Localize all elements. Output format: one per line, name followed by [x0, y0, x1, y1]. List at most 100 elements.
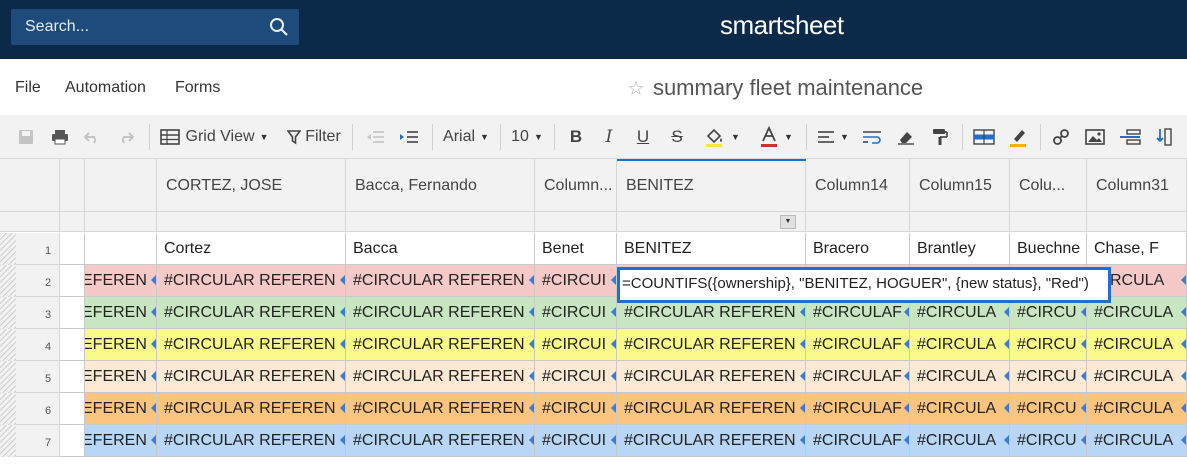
row-number[interactable]: 5: [0, 361, 60, 393]
grid-cell[interactable]: #CIRCULA: [910, 329, 1010, 361]
underline-icon[interactable]: U: [633, 115, 653, 159]
link-icon[interactable]: [1050, 115, 1072, 159]
search-input[interactable]: Search...: [11, 9, 299, 45]
strikethrough-icon[interactable]: S: [667, 115, 687, 159]
italic-icon[interactable]: I: [599, 115, 619, 159]
clear-format-icon[interactable]: [894, 115, 918, 159]
move-column-icon[interactable]: [1153, 115, 1175, 159]
grid-cell[interactable]: #CIRCULAR REFEREN: [346, 425, 535, 457]
grid-cell[interactable]: EFEREN: [85, 329, 157, 361]
wrap-text-icon[interactable]: [860, 115, 884, 159]
font-size-dropdown[interactable]: 10 ▼: [508, 115, 546, 159]
column-header[interactable]: Column31: [1087, 159, 1187, 212]
grid-view-dropdown[interactable]: Grid View ▼: [158, 115, 270, 159]
format-painter-icon[interactable]: [928, 115, 952, 159]
grid-cell[interactable]: [60, 297, 85, 329]
row-number[interactable]: 7: [0, 425, 60, 457]
grid-cell[interactable]: #CIRCULAR REFEREN: [157, 361, 346, 393]
grid-cell[interactable]: #CIRCULAF: [806, 361, 910, 393]
row-number[interactable]: 1: [0, 233, 60, 265]
grid-cell[interactable]: [85, 233, 157, 265]
align-dropdown[interactable]: ▼: [814, 115, 852, 159]
row-number[interactable]: 4: [0, 329, 60, 361]
grid-cell[interactable]: #CIRCULAR REFEREN: [346, 393, 535, 425]
grid-cell[interactable]: #CIRCULAR REFEREN: [346, 329, 535, 361]
grid-cell[interactable]: [60, 361, 85, 393]
grid-cell[interactable]: Chase, F: [1087, 233, 1187, 265]
grid-cell[interactable]: #CIRCUI: [535, 297, 617, 329]
grid-cell[interactable]: EFEREN: [85, 393, 157, 425]
grid-cell[interactable]: EFEREN: [85, 361, 157, 393]
grid-cell[interactable]: #CIRCULAF: [806, 329, 910, 361]
grid-cell[interactable]: #CIRCULA: [1087, 393, 1187, 425]
grid-cell[interactable]: #CIRCULAF: [806, 393, 910, 425]
menu-file[interactable]: File: [15, 79, 41, 97]
row-drag-handle[interactable]: [0, 265, 16, 297]
indent-icon[interactable]: [396, 115, 422, 159]
bold-icon[interactable]: B: [566, 115, 586, 159]
filter-button[interactable]: Filter: [284, 115, 344, 159]
grid-cell[interactable]: #CIRCULAR REFEREN: [157, 329, 346, 361]
undo-icon[interactable]: [82, 115, 102, 159]
column-header[interactable]: Column14: [806, 159, 910, 212]
text-color-dropdown[interactable]: ▼: [754, 115, 798, 159]
grid-cell[interactable]: #CIRCULAR REFEREN: [617, 393, 806, 425]
grid-cell[interactable]: #CIRCULAR REFEREN: [346, 297, 535, 329]
grid-cell[interactable]: #CIRCULAR REFEREN: [617, 361, 806, 393]
conditional-format-icon[interactable]: [970, 115, 998, 159]
grid-cell[interactable]: #CIRCUI: [535, 329, 617, 361]
grid-cell[interactable]: #CIRCULA: [1087, 329, 1187, 361]
favorite-star-icon[interactable]: ☆: [627, 78, 645, 100]
column-dropdown-icon[interactable]: ▼: [780, 215, 796, 229]
grid-cell[interactable]: #CIRCULA: [1087, 361, 1187, 393]
column-header[interactable]: Colu...: [1010, 159, 1087, 212]
insert-row-icon[interactable]: [1118, 115, 1142, 159]
column-header[interactable]: [60, 159, 85, 212]
save-icon[interactable]: [14, 115, 38, 159]
grid-cell[interactable]: EFEREN: [85, 425, 157, 457]
grid-cell[interactable]: EFEREN: [85, 297, 157, 329]
grid-cell[interactable]: #CIRCU: [1010, 361, 1087, 393]
grid-cell[interactable]: #CIRCUI: [535, 361, 617, 393]
column-header[interactable]: Column15: [910, 159, 1010, 212]
row-drag-handle[interactable]: [0, 297, 16, 329]
grid-cell[interactable]: #CIRCULAR REFEREN: [346, 265, 535, 297]
grid-cell[interactable]: #CIRCULA: [910, 425, 1010, 457]
grid-cell[interactable]: #CIRCULAR REFEREN: [617, 329, 806, 361]
image-icon[interactable]: [1084, 115, 1106, 159]
grid-cell[interactable]: #CIRCULA: [910, 361, 1010, 393]
row-drag-handle[interactable]: [0, 233, 16, 265]
grid-cell[interactable]: #CIRCUI: [535, 265, 617, 297]
grid-cell[interactable]: #CIRCULAF: [806, 425, 910, 457]
grid-cell[interactable]: Bracero: [806, 233, 910, 265]
row-drag-handle[interactable]: [0, 425, 16, 457]
row-number[interactable]: 6: [0, 393, 60, 425]
grid-cell[interactable]: [60, 233, 85, 265]
column-header[interactable]: CORTEZ, JOSE: [157, 159, 346, 212]
grid-cell[interactable]: #CIRCU: [1010, 425, 1087, 457]
grid-cell[interactable]: #CIRCUI: [535, 393, 617, 425]
grid-cell[interactable]: #CIRCU: [1010, 329, 1087, 361]
print-icon[interactable]: [48, 115, 72, 159]
grid-cell[interactable]: Brantley: [910, 233, 1010, 265]
grid-cell[interactable]: #CIRCULA: [910, 393, 1010, 425]
grid-cell[interactable]: Cortez: [157, 233, 346, 265]
grid-cell[interactable]: [60, 329, 85, 361]
menu-automation[interactable]: Automation: [65, 79, 146, 97]
row-drag-handle[interactable]: [0, 393, 16, 425]
column-header[interactable]: Bacca, Fernando: [346, 159, 535, 212]
grid-cell[interactable]: BENITEZ: [617, 233, 806, 265]
fill-color-dropdown[interactable]: ▼: [700, 115, 744, 159]
grid-cell[interactable]: #CIRCULA: [1087, 425, 1187, 457]
grid-cell[interactable]: Benet: [535, 233, 617, 265]
grid-cell[interactable]: [60, 425, 85, 457]
search-icon[interactable]: [269, 17, 289, 37]
column-header[interactable]: Column...: [535, 159, 617, 212]
grid-cell[interactable]: #CIRCULAR REFEREN: [617, 425, 806, 457]
row-drag-handle[interactable]: [0, 361, 16, 393]
grid-cell[interactable]: #CIRCULAR REFEREN: [346, 361, 535, 393]
grid-cell[interactable]: Buechne: [1010, 233, 1087, 265]
grid-cell[interactable]: #CIRCULAR REFEREN: [157, 393, 346, 425]
column-header[interactable]: BENITEZ: [617, 159, 806, 212]
grid-cell[interactable]: EFEREN: [85, 265, 157, 297]
